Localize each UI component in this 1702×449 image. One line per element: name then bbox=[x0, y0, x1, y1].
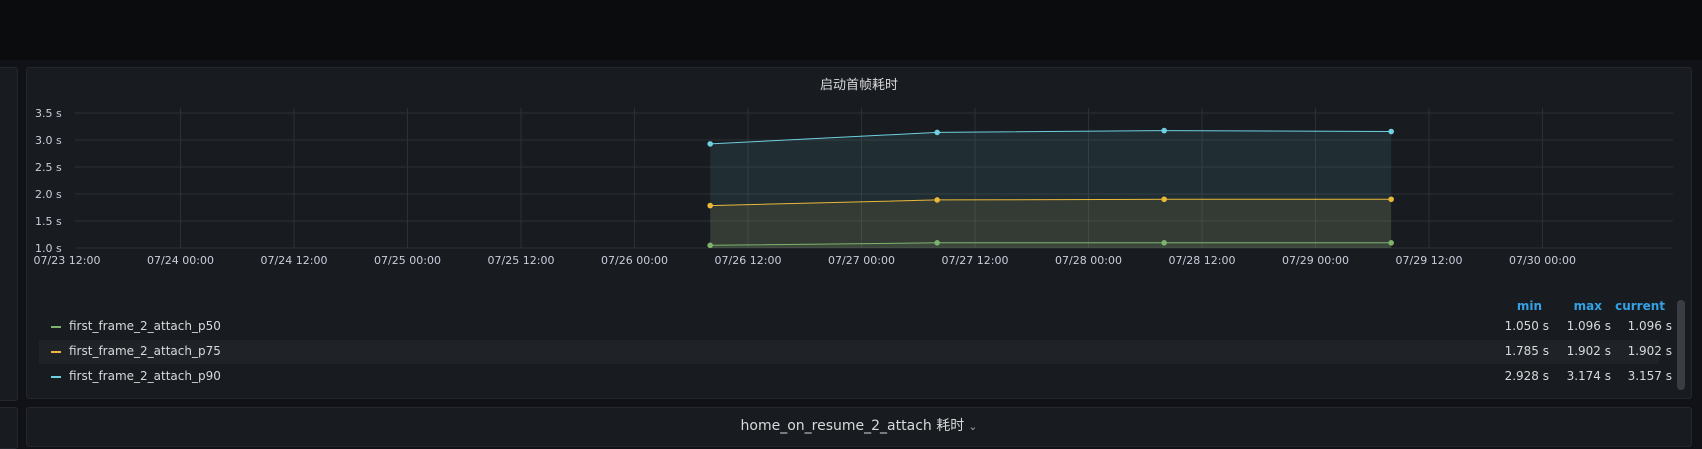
chart[interactable]: 1.0 s1.5 s2.0 s2.5 s3.0 s3.5 s 07/23 12:… bbox=[27, 68, 1693, 298]
x-axis-ticks: 07/23 12:00 07/24 00:00 07/24 12:00 07/25 0… bbox=[34, 254, 1576, 267]
legend-max-value: 1.096 s bbox=[1566, 319, 1611, 333]
legend-min-value: 2.928 s bbox=[1504, 369, 1549, 383]
legend-current-value: 1.096 s bbox=[1627, 319, 1672, 333]
x-tick-label: 07/29 00:00 bbox=[1282, 254, 1349, 267]
data-point bbox=[707, 202, 713, 209]
x-tick-label: 07/25 00:00 bbox=[374, 254, 441, 267]
series-area bbox=[710, 130, 1392, 248]
legend-header-current[interactable]: current bbox=[1605, 299, 1665, 313]
data-point bbox=[1388, 240, 1394, 246]
data-point bbox=[934, 197, 940, 203]
chart-areas bbox=[710, 130, 1392, 248]
x-tick-label: 07/28 12:00 bbox=[1169, 254, 1236, 267]
x-tick-label: 07/29 12:00 bbox=[1396, 254, 1463, 267]
series-color-swatch[interactable] bbox=[51, 376, 61, 378]
legend-max-value: 1.902 s bbox=[1566, 344, 1611, 358]
data-point bbox=[1388, 196, 1394, 203]
x-tick-label: 07/24 00:00 bbox=[147, 254, 214, 267]
y-tick-label: 3.0 s bbox=[35, 134, 62, 147]
legend-series-name[interactable]: first_frame_2_attach_p75 bbox=[69, 344, 221, 358]
data-point bbox=[707, 141, 713, 147]
x-tick-label: 07/27 12:00 bbox=[942, 254, 1009, 267]
x-tick-label: 07/25 12:00 bbox=[488, 254, 555, 267]
chevron-down-icon[interactable]: ⌄ bbox=[968, 420, 977, 433]
series-color-swatch[interactable] bbox=[51, 326, 61, 328]
legend-max-value: 3.174 s bbox=[1566, 369, 1611, 383]
graph-panel[interactable]: 启动首帧耗时 1.0 s 1.5 s 2.0 s 2.5 s 3.0 s 3.5 s 07… bbox=[26, 67, 1692, 399]
legend-header-max[interactable]: max bbox=[1547, 299, 1602, 313]
legend-series-name[interactable]: first_frame_2_attach_p50 bbox=[69, 319, 221, 333]
legend-header: min max current bbox=[27, 299, 1691, 315]
left-panel-edge-bottom bbox=[0, 407, 18, 449]
y-tick-label: 3.5 s bbox=[35, 107, 62, 120]
data-point bbox=[1161, 127, 1167, 134]
x-tick-label: 07/24 12:00 bbox=[261, 254, 328, 267]
data-point bbox=[1161, 196, 1167, 203]
y-tick-label: 2.0 s bbox=[35, 188, 62, 201]
data-point bbox=[934, 129, 940, 136]
legend-series-name[interactable]: first_frame_2_attach_p90 bbox=[69, 369, 221, 383]
x-tick-label: 07/26 00:00 bbox=[601, 254, 668, 267]
y-tick-label: 2.5 s bbox=[35, 161, 62, 174]
panel-title-text[interactable]: home_on_resume_2_attach 耗时 bbox=[741, 418, 965, 434]
x-tick-label: 07/27 00:00 bbox=[828, 254, 895, 267]
top-navbar bbox=[0, 0, 1702, 60]
x-tick-label: 07/30 00:00 bbox=[1509, 254, 1576, 267]
series-color-swatch[interactable] bbox=[51, 351, 61, 353]
x-tick-label: 07/23 12:00 bbox=[34, 254, 101, 267]
y-axis-ticks: 1.0 s1.5 s2.0 s2.5 s3.0 s3.5 s bbox=[35, 107, 62, 255]
legend-row[interactable]: first_frame_2_attach_p90 2.928 s 3.174 s… bbox=[39, 365, 1672, 389]
x-tick-label: 07/26 12:00 bbox=[715, 254, 782, 267]
data-point bbox=[1161, 240, 1167, 246]
data-point bbox=[707, 242, 713, 249]
x-tick-label: 07/28 00:00 bbox=[1055, 254, 1122, 267]
panel-title[interactable]: home_on_resume_2_attach 耗时 ⌄ bbox=[27, 415, 1691, 435]
y-tick-label: 1.5 s bbox=[35, 215, 62, 228]
legend-min-value: 1.785 s bbox=[1504, 344, 1549, 358]
data-point bbox=[934, 240, 940, 246]
legend-row[interactable]: first_frame_2_attach_p75 1.785 s 1.902 s… bbox=[39, 340, 1672, 364]
legend-row[interactable]: first_frame_2_attach_p50 1.050 s 1.096 s… bbox=[39, 315, 1672, 339]
graph-panel-2[interactable]: home_on_resume_2_attach 耗时 ⌄ bbox=[26, 407, 1692, 447]
legend-scrollbar[interactable] bbox=[1677, 300, 1685, 390]
legend-min-value: 1.050 s bbox=[1504, 319, 1549, 333]
legend-header-min[interactable]: min bbox=[1487, 299, 1542, 313]
legend-current-value: 3.157 s bbox=[1627, 369, 1672, 383]
left-panel-edge bbox=[0, 67, 18, 401]
legend-current-value: 1.902 s bbox=[1627, 344, 1672, 358]
data-point bbox=[1388, 128, 1394, 135]
